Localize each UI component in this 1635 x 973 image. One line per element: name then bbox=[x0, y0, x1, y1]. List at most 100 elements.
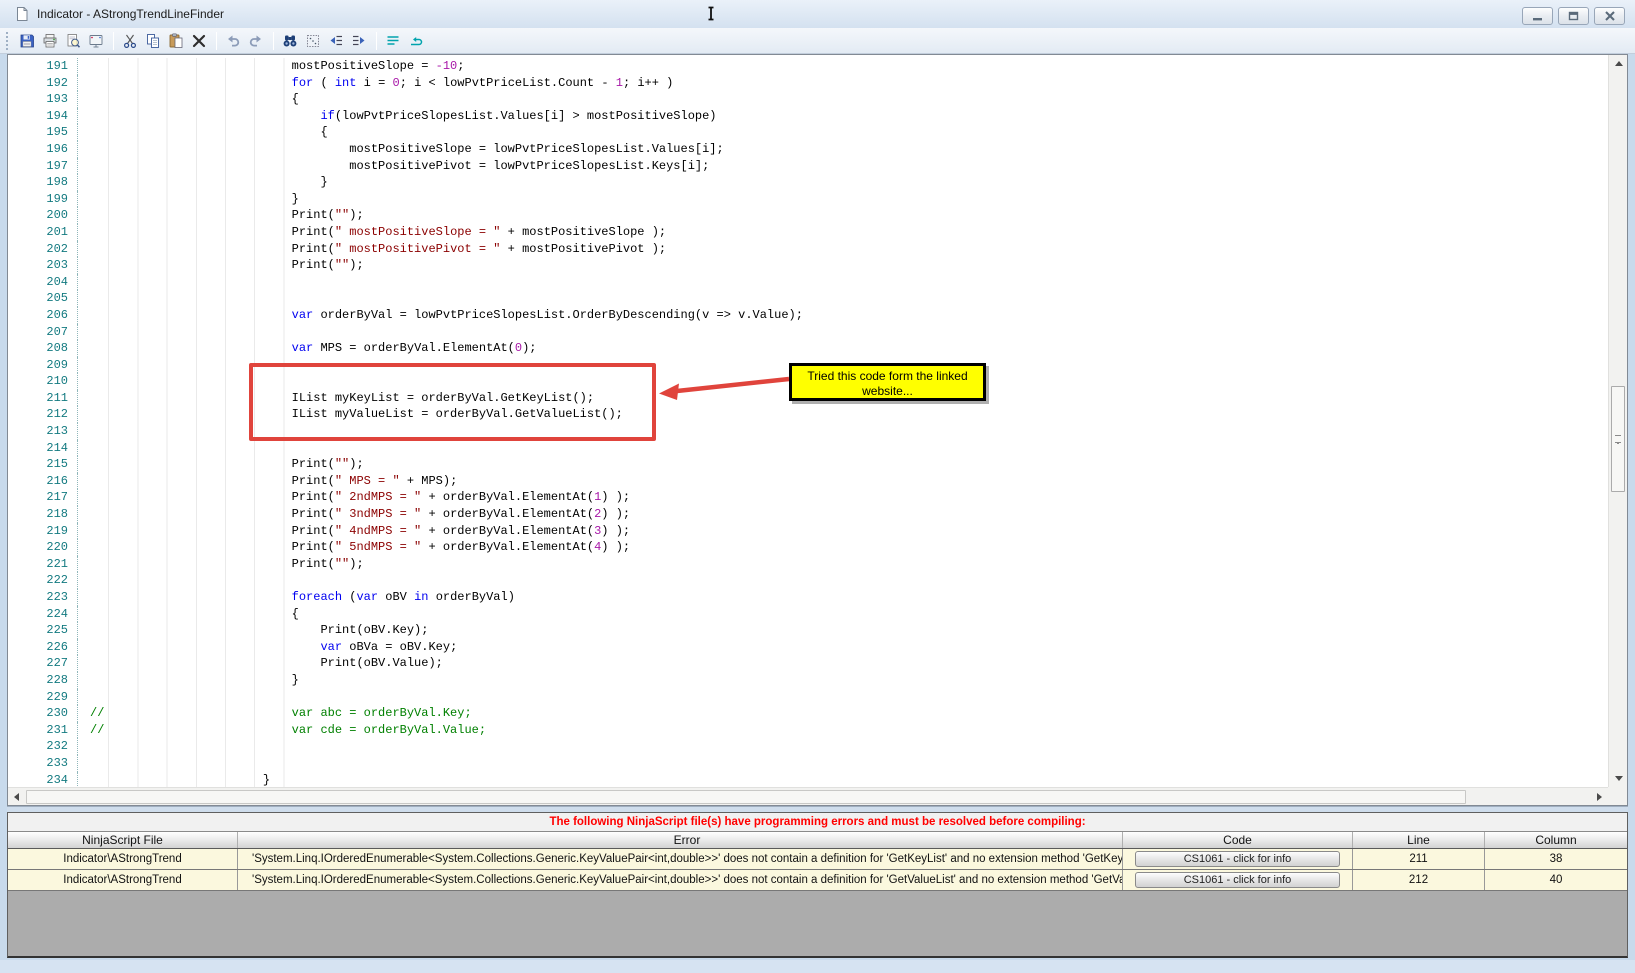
code-line-202[interactable]: 202 Print(" mostPositivePivot = " + most… bbox=[8, 240, 1608, 258]
close-button[interactable] bbox=[1594, 7, 1625, 25]
vertical-scrollbar[interactable] bbox=[1608, 55, 1627, 787]
code-line-233[interactable]: 233 bbox=[8, 754, 1608, 772]
code-line-205[interactable]: 205 bbox=[8, 290, 1608, 307]
code-line-221[interactable]: 221 Print(""); bbox=[8, 555, 1608, 573]
code-text: Print(""); bbox=[78, 456, 1608, 473]
select-special-icon bbox=[306, 34, 319, 47]
code-line-194[interactable]: 194 if(lowPvtPriceSlopesList.Values[i] >… bbox=[8, 107, 1608, 125]
line-number: 207 bbox=[8, 323, 78, 341]
code-line-227[interactable]: 227 Print(oBV.Value); bbox=[8, 655, 1608, 672]
wrap-return-button[interactable] bbox=[405, 30, 426, 51]
find-button[interactable] bbox=[279, 30, 300, 51]
line-number: 218 bbox=[8, 506, 78, 523]
code-line-200[interactable]: 200 Print(""); bbox=[8, 207, 1608, 224]
code-line-208[interactable]: 208 var MPS = orderByVal.ElementAt(0); bbox=[8, 340, 1608, 357]
column-header-column[interactable]: Column bbox=[1485, 832, 1627, 848]
code-line-232[interactable]: 232 bbox=[8, 738, 1608, 755]
line-number: 193 bbox=[8, 91, 78, 108]
print-preview-button[interactable] bbox=[62, 30, 83, 51]
callout-text-line2: website... bbox=[862, 384, 913, 398]
code-line-224[interactable]: 224 { bbox=[8, 605, 1608, 623]
code-line-193[interactable]: 193 { bbox=[8, 91, 1608, 108]
indent-button[interactable] bbox=[348, 30, 369, 51]
cut-button[interactable] bbox=[119, 30, 140, 51]
code-line-214[interactable]: 214 bbox=[8, 439, 1608, 457]
toolbar-separator bbox=[273, 31, 274, 50]
undo-button[interactable] bbox=[222, 30, 243, 51]
code-line-231[interactable]: 231// var cde = orderByVal.Value; bbox=[8, 721, 1608, 739]
outdent-button[interactable] bbox=[325, 30, 346, 51]
column-header-code[interactable]: Code bbox=[1123, 832, 1353, 848]
restore-icon bbox=[1568, 11, 1578, 21]
code-line-225[interactable]: 225 Print(oBV.Key); bbox=[8, 622, 1608, 639]
error-row-2[interactable]: Indicator\AStrongTrend 'System.Linq.IOrde… bbox=[8, 870, 1627, 891]
code-line-212[interactable]: 212 IList myValueList = orderByVal.GetVa… bbox=[8, 406, 1608, 424]
line-number: 220 bbox=[8, 539, 78, 556]
align-lines-button[interactable] bbox=[382, 30, 403, 51]
outdent-icon bbox=[330, 35, 342, 45]
scroll-down-button[interactable] bbox=[1609, 770, 1628, 787]
code-line-219[interactable]: 219 Print(" 4ndMPS = " + orderByVal.Elem… bbox=[8, 522, 1608, 540]
delete-button[interactable] bbox=[188, 30, 209, 51]
save-button[interactable] bbox=[16, 30, 37, 51]
code-line-196[interactable]: 196 mostPositiveSlope = lowPvtPriceSlope… bbox=[8, 140, 1608, 158]
code-line-199[interactable]: 199 } bbox=[8, 190, 1608, 208]
select-special-button[interactable] bbox=[302, 30, 323, 51]
code-line-201[interactable]: 201 Print(" mostPositiveSlope = " + most… bbox=[8, 223, 1608, 241]
code-line-234[interactable]: 234 } bbox=[8, 771, 1608, 787]
error-row-1[interactable]: Indicator\AStrongTrend 'System.Linq.IOrde… bbox=[8, 849, 1627, 870]
code-line-215[interactable]: 215 Print(""); bbox=[8, 456, 1608, 473]
horizontal-scroll-thumb[interactable] bbox=[26, 790, 1466, 804]
code-line-204[interactable]: 204 bbox=[8, 273, 1608, 291]
ninjascript-editor-window: Indicator - AStrongTrendLineFinder 191 m… bbox=[0, 0, 1635, 973]
code-line-229[interactable]: 229 bbox=[8, 688, 1608, 706]
code-line-197[interactable]: 197 mostPositivePivot = lowPvtPriceSlope… bbox=[8, 157, 1608, 175]
code-line-213[interactable]: 213 bbox=[8, 423, 1608, 440]
line-number: 228 bbox=[8, 671, 78, 689]
print-preview-icon bbox=[67, 33, 80, 48]
code-line-191[interactable]: 191 mostPositiveSlope = -10; bbox=[8, 58, 1608, 75]
code-line-218[interactable]: 218 Print(" 3ndMPS = " + orderByVal.Elem… bbox=[8, 506, 1608, 523]
code-line-230[interactable]: 230// var abc = orderByVal.Key; bbox=[8, 705, 1608, 722]
copy-button[interactable] bbox=[142, 30, 163, 51]
print-button[interactable] bbox=[39, 30, 60, 51]
error-file-cell: Indicator\AStrongTrend bbox=[8, 849, 238, 869]
redo-button[interactable] bbox=[245, 30, 266, 51]
paste-button[interactable] bbox=[165, 30, 186, 51]
vertical-scroll-thumb[interactable] bbox=[1611, 386, 1625, 492]
code-line-216[interactable]: 216 Print(" MPS = " + MPS); bbox=[8, 472, 1608, 490]
toolbar-grip[interactable] bbox=[6, 31, 10, 50]
code-line-226[interactable]: 226 var oBVa = oBV.Key; bbox=[8, 638, 1608, 656]
error-code-button[interactable]: CS1061 - click for info bbox=[1135, 872, 1340, 888]
code-line-195[interactable]: 195 { bbox=[8, 124, 1608, 141]
line-number: 227 bbox=[8, 655, 78, 672]
column-header-ninjascript-file[interactable]: NinjaScript File bbox=[8, 832, 238, 848]
code-line-217[interactable]: 217 Print(" 2ndMPS = " + orderByVal.Elem… bbox=[8, 489, 1608, 507]
code-text bbox=[78, 738, 1608, 755]
horizontal-scrollbar[interactable] bbox=[8, 787, 1608, 805]
code-area[interactable]: 191 mostPositiveSlope = -10; 192 for ( in… bbox=[8, 55, 1608, 787]
code-line-207[interactable]: 207 bbox=[8, 323, 1608, 341]
column-header-error[interactable]: Error bbox=[238, 832, 1123, 848]
code-line-203[interactable]: 203 Print(""); bbox=[8, 257, 1608, 274]
scroll-right-button[interactable] bbox=[1591, 788, 1608, 806]
board-button[interactable] bbox=[85, 30, 106, 51]
scroll-left-button[interactable] bbox=[8, 788, 25, 806]
scroll-up-button[interactable] bbox=[1609, 55, 1628, 72]
restore-button[interactable] bbox=[1558, 7, 1589, 25]
error-code-button[interactable]: CS1061 - click for info bbox=[1135, 851, 1340, 867]
code-line-198[interactable]: 198 } bbox=[8, 174, 1608, 191]
error-grid-header: NinjaScript File Error Code Line Column bbox=[8, 832, 1627, 849]
code-line-192[interactable]: 192 for ( int i = 0; i < lowPvtPriceList… bbox=[8, 74, 1608, 92]
code-line-220[interactable]: 220 Print(" 5ndMPS = " + orderByVal.Elem… bbox=[8, 539, 1608, 556]
code-line-223[interactable]: 223 foreach (var oBV in orderByVal) bbox=[8, 589, 1608, 606]
column-header-line[interactable]: Line bbox=[1353, 832, 1485, 848]
minimize-button[interactable] bbox=[1522, 7, 1553, 25]
code-text: { bbox=[78, 124, 1608, 141]
code-line-228[interactable]: 228 } bbox=[8, 671, 1608, 689]
title-bar[interactable]: Indicator - AStrongTrendLineFinder bbox=[0, 0, 1635, 28]
code-line-222[interactable]: 222 bbox=[8, 572, 1608, 589]
line-number: 201 bbox=[8, 223, 78, 241]
window-controls bbox=[1517, 7, 1625, 25]
code-line-206[interactable]: 206 var orderByVal = lowPvtPriceSlopesLi… bbox=[8, 306, 1608, 324]
